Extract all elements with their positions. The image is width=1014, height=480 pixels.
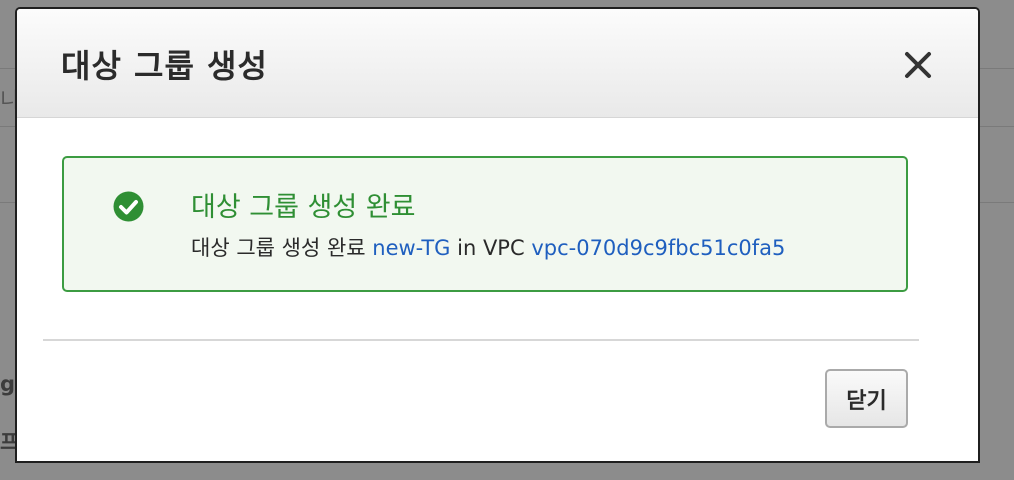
background-text-fragment: g: (0, 372, 16, 396)
alert-message-prefix: 대상 그룹 생성 완료 (191, 236, 366, 260)
alert-title: 대상 그룹 생성 완료 (191, 192, 416, 223)
vpc-link[interactable]: vpc-070d9c9fbc51c0fa5 (531, 236, 785, 260)
create-target-group-dialog: 대상 그룹 생성 대상 그룹 생성 완료 대상 그룹 생성 완료 new-TG … (15, 7, 980, 463)
alert-message: 대상 그룹 생성 완료 new-TG in VPC vpc-070d9c9fbc… (191, 232, 785, 262)
background-text-fragment: 프 (0, 430, 16, 454)
target-group-link[interactable]: new-TG (372, 236, 450, 260)
success-alert: 대상 그룹 생성 완료 대상 그룹 생성 완료 new-TG in VPC vp… (62, 156, 908, 292)
dialog-title: 대상 그룹 생성 (61, 47, 268, 85)
check-circle-icon (113, 191, 144, 222)
dialog-header: 대상 그룹 생성 (17, 9, 978, 118)
close-button[interactable]: 닫기 (825, 369, 908, 428)
footer-divider (43, 339, 919, 341)
alert-message-middle: in VPC (457, 236, 525, 260)
background-text-fragment: 니 (0, 88, 16, 112)
close-icon[interactable] (902, 49, 934, 81)
